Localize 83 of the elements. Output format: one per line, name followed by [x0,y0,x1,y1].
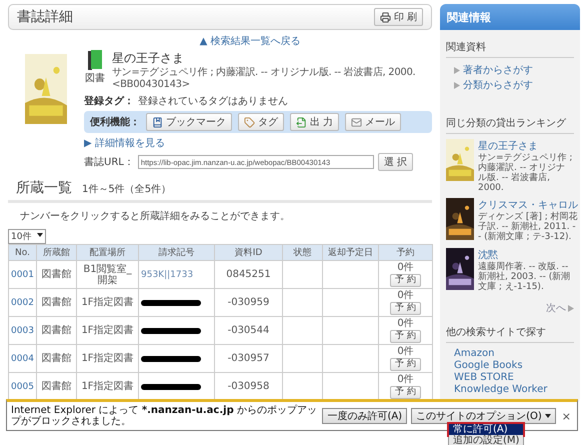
mail-icon [351,116,362,128]
tool-button[interactable]: 出 力 [290,113,340,131]
export-icon [296,116,307,128]
column-header: 資料ID [214,244,282,260]
reserve-button[interactable]: 予 約 [390,274,421,287]
triangle-icon [454,66,460,74]
sidebar-heading: 関連資料 [446,30,574,58]
result-count: 1件～5件（全5件） [82,183,172,196]
ranking-title-link[interactable]: 沈黙 [478,248,574,262]
book-icon [152,116,163,128]
book-id: <BB00430143> [112,79,191,91]
book-title: 星の王子さま [112,50,185,67]
sidebar-heading: 他の検索サイトで探す [446,315,574,343]
search-site-link[interactable]: Knowledge Worker [454,384,574,395]
triangle-icon [568,304,574,312]
reserve-button[interactable]: 予 約 [390,358,421,371]
url-label: 書誌URL： [84,156,134,169]
page-size-select[interactable]: 10件 [8,229,46,244]
tool-button[interactable]: ブックマーク [146,113,232,131]
column-header: 請求記号 [138,244,214,260]
page-title: 書誌詳細 [17,8,73,26]
column-header: No. [8,244,36,260]
ranking-description: ディケンズ [著] ; 村岡花子訳. -- 新潮社, 2011. -- (新潮文庫 ; テ-3-12). [478,212,578,242]
table-cell: B1閲覧室_開架 [76,260,138,288]
book-icon [88,50,102,70]
caret-icon [544,414,551,418]
material-type: 図書 [85,72,105,85]
table-cell: 0845251 [214,260,282,288]
menu-item[interactable]: 常に許可(A) [449,424,523,435]
table-cell: 図書館 [36,316,76,344]
triangle-icon [454,82,460,88]
search-site-link[interactable]: Google Books [454,360,574,371]
tag-icon [244,116,255,128]
section-title: 所蔵一覧 [16,179,72,197]
reserve-button[interactable]: 予 約 [390,302,421,315]
table-cell: 図書館 [36,344,76,372]
column-header: 予約 [378,244,432,260]
sidebar-heading: 同じ分類の貸出ランキング [446,92,574,134]
ranking-description: 遠藤周作著. -- 改版. -- 新潮社, 2003. -- (新潮文庫 ; え-1-15). [478,262,572,292]
menu-item[interactable]: 追加の設定(M) [449,435,523,445]
reservation-count: 0件 [397,262,414,273]
site-options-button[interactable]: このサイトのオプション(O) [411,408,556,424]
sidebar-title: 関連情報 [440,4,580,30]
table-cell: 1F指定図書 [76,344,138,372]
tools-label: 便利機能： [90,116,140,129]
table-cell: 図書館 [36,260,76,288]
popup-blocked-message: Internet Explorer によって *.nanzan-u.ac.jp からのポップアップがブロックされました。 [11,405,318,427]
back-link[interactable]: ▲ 検索結果一覧へ戻る [200,34,300,48]
related-link[interactable]: 著者からさがす [463,63,533,77]
reserve-button[interactable]: 予 約 [390,330,421,343]
ranking-title-link[interactable]: 星の王子さま [478,139,574,153]
related-link[interactable]: 分類からさがす [463,78,533,92]
reservation-count: 0件 [397,346,414,357]
column-header: 返却予定日 [322,244,378,260]
table-cell: -030959 [214,288,282,316]
reservation-count: 0件 [397,290,414,301]
reservation-count: 0件 [397,374,414,385]
close-button[interactable]: × [560,410,573,422]
tag-label: 登録タグ： [84,94,134,108]
column-header: 配置場所 [76,244,138,260]
column-header: 状態 [282,244,322,260]
table-cell: 1F指定図書 [76,288,138,316]
search-site-link[interactable]: WEB STORE [454,372,574,383]
select-button[interactable]: 選 択 [378,153,414,171]
table-cell: 1F指定図書 [76,316,138,344]
book-description: サン=テグジュペリ作 ; 内藤濯訳. -- オリジナル版. -- 岩波書店, 2000. [112,67,416,79]
detail-link[interactable]: ▶ 詳細情報を見る [84,136,432,150]
column-header: 所蔵館 [36,244,76,260]
table-cell: 図書館 [36,288,76,316]
tool-button[interactable]: メール [345,113,402,131]
search-site-link[interactable]: Amazon [454,348,574,359]
print-icon [380,12,391,22]
ranking-description: サン=テグジュペリ作 ; 内藤濯訳. -- オリジナル版. -- 岩波書店, 2000. [478,153,574,193]
hint-text: ナンバーをクリックすると所蔵詳細をみることができます。 [20,211,290,222]
allow-once-button[interactable]: 一度のみ許可(A) [322,408,408,424]
reserve-button[interactable]: 予 約 [390,386,421,399]
tool-button[interactable]: タグ [238,113,284,131]
tag-value: 登録されているタグはありません [138,95,288,108]
ranking-title-link[interactable]: クリスマス・キャロル [478,198,578,212]
reservation-count: 0件 [397,318,414,329]
print-button[interactable]: 印 刷 [374,8,423,26]
table-cell: -030544 [214,316,282,344]
table-cell: -030957 [214,344,282,372]
